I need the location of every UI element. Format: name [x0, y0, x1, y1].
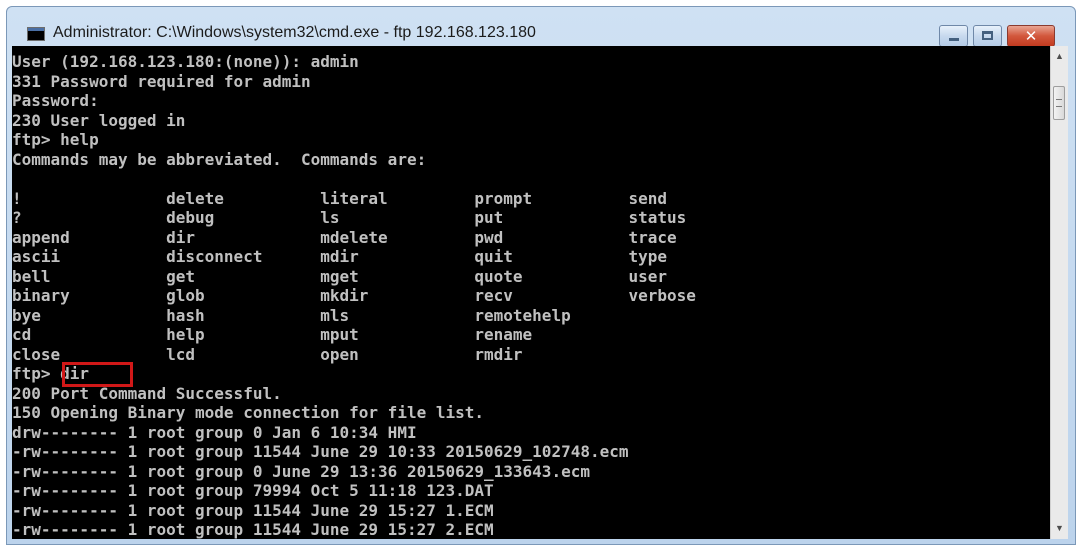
dir-command-highlight-box: [62, 362, 133, 387]
console-line: 331 Password required for admin: [12, 71, 311, 91]
console-line: ascii disconnect mdir quit type: [12, 247, 668, 266]
console-line: binary glob mkdir recv verbose: [12, 286, 696, 305]
scroll-down-arrow-icon[interactable]: ▼: [1051, 520, 1068, 537]
vertical-scrollbar[interactable]: ▲ ▼: [1050, 46, 1068, 539]
minimize-button[interactable]: [939, 25, 968, 47]
maximize-button[interactable]: [973, 25, 1002, 47]
console-line: ? debug ls put status: [12, 208, 687, 227]
console-line: -rw-------- 1 root group 79994 Oct 5 11:…: [12, 481, 494, 500]
console-line: 230 User logged in: [12, 110, 186, 130]
console-line: -rw-------- 1 root group 11544 June 29 1…: [12, 442, 629, 461]
console-output[interactable]: User (192.168.123.180:(none)): admin 331…: [12, 46, 1050, 539]
console-line: -rw-------- 1 root group 0 June 29 13:36…: [12, 461, 590, 481]
maximize-icon: [982, 31, 993, 40]
console-line: close lcd open rmdir: [12, 344, 523, 364]
console-line: drw-------- 1 root group 0 Jan 6 10:34 H…: [12, 422, 417, 442]
console-line: ftp> help: [12, 130, 99, 149]
scroll-up-arrow-icon[interactable]: ▲: [1051, 48, 1068, 65]
minimize-icon: [949, 38, 959, 41]
console-text: User (192.168.123.180:(none)): admin 331…: [12, 46, 1050, 539]
console-line: 200 Port Command Successful.: [12, 383, 282, 403]
console-line: cd help mput rename: [12, 325, 533, 344]
console-line: Password:: [12, 91, 99, 110]
console-line: User (192.168.123.180:(none)): admin: [12, 52, 359, 71]
console-line: 150 Opening Binary mode connection for f…: [12, 403, 485, 422]
console-line: ! delete literal prompt send: [12, 188, 668, 208]
close-icon: ✕: [1024, 27, 1038, 45]
console-line: -rw-------- 1 root group 11544 June 29 1…: [12, 520, 494, 539]
console-line: append dir mdelete pwd trace: [12, 227, 677, 247]
scroll-thumb[interactable]: [1053, 86, 1065, 120]
console-line: -rw-------- 1 root group 11544 June 29 1…: [12, 500, 494, 520]
console-line: bye hash mls remotehelp: [12, 305, 571, 325]
console-line: bell get mget quote user: [12, 266, 668, 286]
console-line: Commands may be abbreviated. Commands ar…: [12, 149, 427, 169]
window-title: Administrator: C:\Windows\system32\cmd.e…: [53, 24, 536, 41]
close-button[interactable]: ✕: [1007, 25, 1055, 47]
console-icon[interactable]: [27, 27, 45, 41]
